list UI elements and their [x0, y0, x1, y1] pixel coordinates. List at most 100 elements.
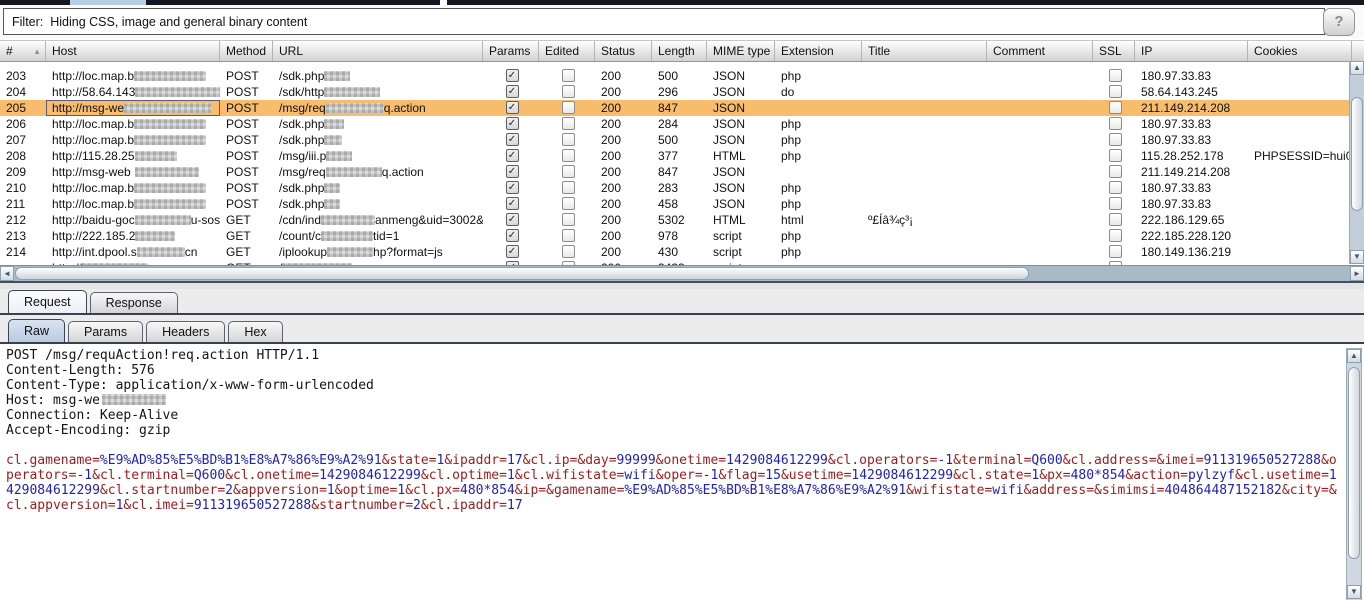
column-header-params[interactable]: Params — [483, 41, 539, 61]
table-row[interactable]: 205http://msg-wePOST/msg/reqq.action✓200… — [0, 100, 1364, 116]
cell-ext — [775, 100, 862, 116]
cell-ext: php — [775, 148, 862, 164]
column-header-method[interactable]: Method — [220, 41, 273, 61]
equals-sign: = — [1321, 468, 1329, 483]
column-header-ssl[interactable]: SSL — [1093, 41, 1135, 61]
scroll-right-icon[interactable]: ► — [1350, 266, 1364, 281]
column-header-host[interactable]: Host — [46, 41, 220, 61]
ampersand: & — [546, 483, 554, 498]
ampersand: & — [1235, 468, 1243, 483]
cell-title — [862, 132, 987, 148]
column-header-title[interactable]: Title — [862, 41, 987, 61]
request-header: Content-Length: 576 — [6, 363, 1340, 378]
cell-edited — [539, 244, 595, 260]
table-row[interactable]: 210http://loc.map.bPOST/sdk.php✓200283JS… — [0, 180, 1364, 196]
body-param-value: 480*854 — [1071, 468, 1126, 483]
cell-method: POST — [220, 132, 273, 148]
table-horizontal-scrollbar[interactable]: ◄ ► — [0, 265, 1364, 281]
body-param-value: pylzyf — [1188, 468, 1235, 483]
cell-length: 847 — [652, 164, 707, 180]
scroll-down-icon[interactable]: ▼ — [1350, 250, 1364, 264]
cell-url: /msg/iii.p — [273, 148, 483, 164]
column-header-ip[interactable]: IP — [1135, 41, 1248, 61]
params-checkbox: ✓ — [506, 85, 519, 98]
scroll-left-icon[interactable]: ◄ — [0, 266, 14, 281]
cell-params: ✓ — [483, 196, 539, 212]
table-row[interactable]: 207http://loc.map.bPOST/sdk.php✓200500JS… — [0, 132, 1364, 148]
body-param-value: 2 — [225, 483, 233, 498]
table-row[interactable]: 209http://msg-webPOST/msg/reqq.action✓20… — [0, 164, 1364, 180]
column-header-length[interactable]: Length — [652, 41, 707, 61]
body-param-value: 911319650527288 — [1204, 453, 1321, 468]
ampersand: & — [953, 468, 961, 483]
request-header: Host: msg-we — [6, 393, 1340, 408]
body-param-name: cl.address — [1071, 453, 1149, 468]
table-vscroll-thumb[interactable] — [1351, 97, 1363, 211]
cell-status: 200 — [595, 84, 652, 100]
column-header-url[interactable]: URL — [273, 41, 483, 61]
table-vertical-scrollbar[interactable]: ▲ ▼ — [1349, 61, 1364, 264]
table-row[interactable]: 203http://loc.map.bPOST/sdk.php✓200500JS… — [0, 68, 1364, 84]
table-row[interactable]: 211http://loc.map.bPOST/sdk.php✓200458JS… — [0, 196, 1364, 212]
body-param-name: cl.px — [413, 483, 452, 498]
body-param-name: cl.ip — [530, 453, 569, 468]
cell-comment — [987, 84, 1093, 100]
cell-ip: 211.149.214.208 — [1135, 100, 1248, 116]
column-header-num[interactable]: #▲ — [0, 41, 46, 61]
cell-length: 284 — [652, 116, 707, 132]
cell-num: 204 — [0, 84, 46, 100]
cell-method: POST — [220, 116, 273, 132]
table-row[interactable]: 212http://baidu-gocu-soso-...GET/cdn/ind… — [0, 212, 1364, 228]
ampersand: & — [311, 498, 319, 513]
ampersand: & — [906, 483, 914, 498]
column-header-cookies[interactable]: Cookies — [1248, 41, 1352, 61]
table-row[interactable]: 213http://222.185.2GET/count/ctid=1✓2009… — [0, 228, 1364, 244]
edited-checkbox — [562, 133, 575, 146]
table-row[interactable]: 206http://loc.map.bPOST/sdk.php✓200284JS… — [0, 116, 1364, 132]
table-row[interactable]: 204http://58.64.143POST/sdk/http✓200296J… — [0, 84, 1364, 100]
cell-comment — [987, 132, 1093, 148]
redacted-blur — [134, 135, 206, 145]
table-hscroll-thumb[interactable] — [15, 267, 1029, 280]
ampersand: & — [781, 468, 789, 483]
cell-status: 200 — [595, 68, 652, 84]
scroll-down-icon[interactable]: ▼ — [1347, 585, 1361, 599]
pane-splitter[interactable] — [0, 281, 1364, 289]
redacted-blur — [135, 231, 175, 241]
subtab-params[interactable]: Params — [68, 321, 143, 342]
cell-num: 205 — [0, 100, 46, 116]
body-param-value: 15 — [765, 468, 781, 483]
column-header-ext[interactable]: Extension — [775, 41, 862, 61]
cell-host: http://loc.map.b — [46, 132, 220, 148]
filter-box[interactable]: Filter: Hiding CSS, image and general bi… — [3, 8, 1325, 35]
cell-comment — [987, 116, 1093, 132]
scroll-up-icon[interactable]: ▲ — [1347, 349, 1361, 363]
column-header-status[interactable]: Status — [595, 41, 652, 61]
column-label: Host — [52, 44, 77, 58]
scroll-up-icon[interactable]: ▲ — [1350, 61, 1364, 75]
redacted-blur — [324, 87, 380, 97]
subtab-hex[interactable]: Hex — [228, 321, 282, 342]
help-button[interactable]: ? — [1323, 8, 1355, 36]
cell-edited — [539, 116, 595, 132]
editor-vscroll-thumb[interactable] — [1348, 367, 1360, 559]
params-checkbox: ✓ — [506, 245, 519, 258]
subtab-headers[interactable]: Headers — [146, 321, 225, 342]
ampersand: & — [953, 453, 961, 468]
editor-vertical-scrollbar[interactable]: ▲ ▼ — [1346, 348, 1362, 600]
tab-request[interactable]: Request — [8, 290, 87, 313]
ampersand: & — [656, 468, 664, 483]
table-row[interactable]: 208http://115.28.25POST/msg/iii.p✓200377… — [0, 148, 1364, 164]
body-param-name: action — [1133, 468, 1180, 483]
body-param-name: cl.imei — [131, 498, 186, 513]
column-header-edited[interactable]: Edited — [539, 41, 595, 61]
subtab-raw[interactable]: Raw — [8, 319, 65, 342]
column-header-comment[interactable]: Comment — [987, 41, 1093, 61]
table-row[interactable]: 214http://int.dpool.scnGET/iplookuphp?fo… — [0, 244, 1364, 260]
column-label: Method — [226, 44, 266, 58]
cell-num: 208 — [0, 148, 46, 164]
column-header-mime[interactable]: MIME type — [707, 41, 775, 61]
cell-ext: php — [775, 196, 862, 212]
tab-response[interactable]: Response — [90, 292, 178, 313]
request-editor[interactable]: POST /msg/requAction!req.action HTTP/1.1… — [0, 344, 1364, 600]
